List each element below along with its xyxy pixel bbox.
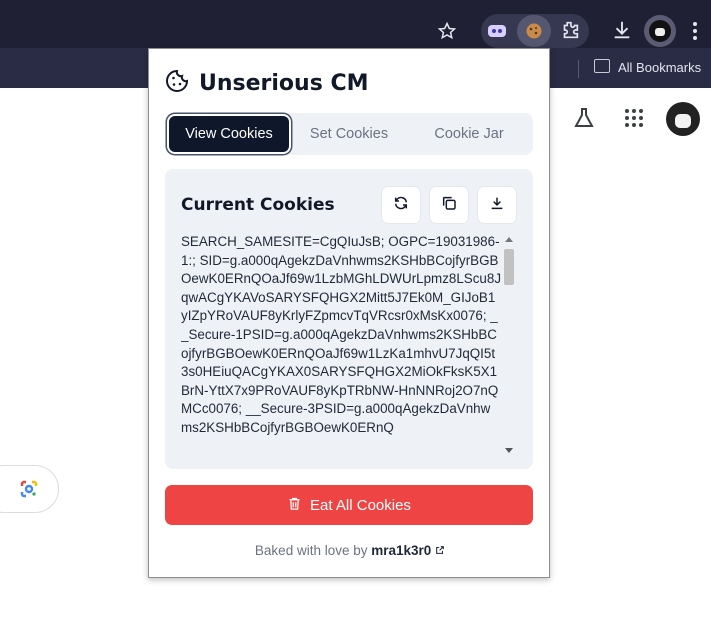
author-link[interactable]: mra1k3r0 — [371, 543, 431, 558]
labs-flask-icon[interactable] — [572, 106, 596, 134]
tab-bar: View Cookies Set Cookies Cookie Jar — [165, 113, 533, 155]
folder-icon — [594, 59, 610, 73]
bookmarks-divider — [578, 60, 579, 78]
copy-button[interactable] — [429, 186, 469, 224]
extension-game-icon[interactable] — [487, 22, 507, 40]
account-avatar[interactable] — [666, 102, 700, 136]
bookmark-star-icon[interactable] — [437, 21, 457, 41]
download-button[interactable] — [477, 186, 517, 224]
more-menu-icon[interactable] — [692, 21, 698, 41]
copy-icon — [441, 195, 457, 215]
eat-all-cookies-label: Eat All Cookies — [310, 496, 411, 514]
tab-cookie-jar[interactable]: Cookie Jar — [409, 116, 529, 152]
scroll-up-arrow-icon[interactable] — [505, 237, 513, 242]
refresh-icon — [393, 195, 409, 215]
profile-avatar[interactable] — [644, 15, 676, 47]
apps-grid-icon[interactable] — [624, 108, 644, 132]
tab-set-cookies[interactable]: Set Cookies — [289, 116, 409, 152]
current-cookies-card: Current Cookies SEARCH_SAMESITE=CgQIuJsB… — [165, 169, 533, 469]
tab-view-cookies[interactable]: View Cookies — [169, 116, 289, 152]
browser-toolbar — [0, 0, 711, 48]
scroll-thumb[interactable] — [504, 249, 514, 285]
refresh-button[interactable] — [381, 186, 421, 224]
cookie-icon — [165, 69, 189, 97]
card-title: Current Cookies — [181, 195, 335, 215]
footer-prefix: Baked with love by — [254, 543, 368, 558]
cookie-scrollbar[interactable] — [503, 237, 515, 453]
cookie-extension-icon — [525, 22, 543, 40]
footer: Baked with love by mra1k3r0 — [149, 543, 551, 558]
eat-all-cookies-button[interactable]: Eat All Cookies — [165, 485, 533, 525]
google-lens-icon — [18, 478, 40, 504]
cookie-string-text[interactable]: SEARCH_SAMESITE=CgQIuJsB; OGPC=19031986-… — [181, 233, 501, 455]
external-link-icon — [435, 543, 445, 558]
popup-title: Unserious CM — [199, 70, 369, 96]
download-icon — [489, 195, 505, 215]
extensions-puzzle-icon[interactable] — [559, 19, 581, 41]
popup-header: Unserious CM — [165, 69, 369, 97]
extension-popup: Unserious CM View Cookies Set Cookies Co… — [148, 48, 550, 578]
scroll-down-arrow-icon[interactable] — [505, 448, 513, 453]
download-icon[interactable] — [611, 19, 633, 41]
all-bookmarks-link[interactable]: All Bookmarks — [618, 60, 701, 75]
trash-icon — [287, 496, 302, 515]
